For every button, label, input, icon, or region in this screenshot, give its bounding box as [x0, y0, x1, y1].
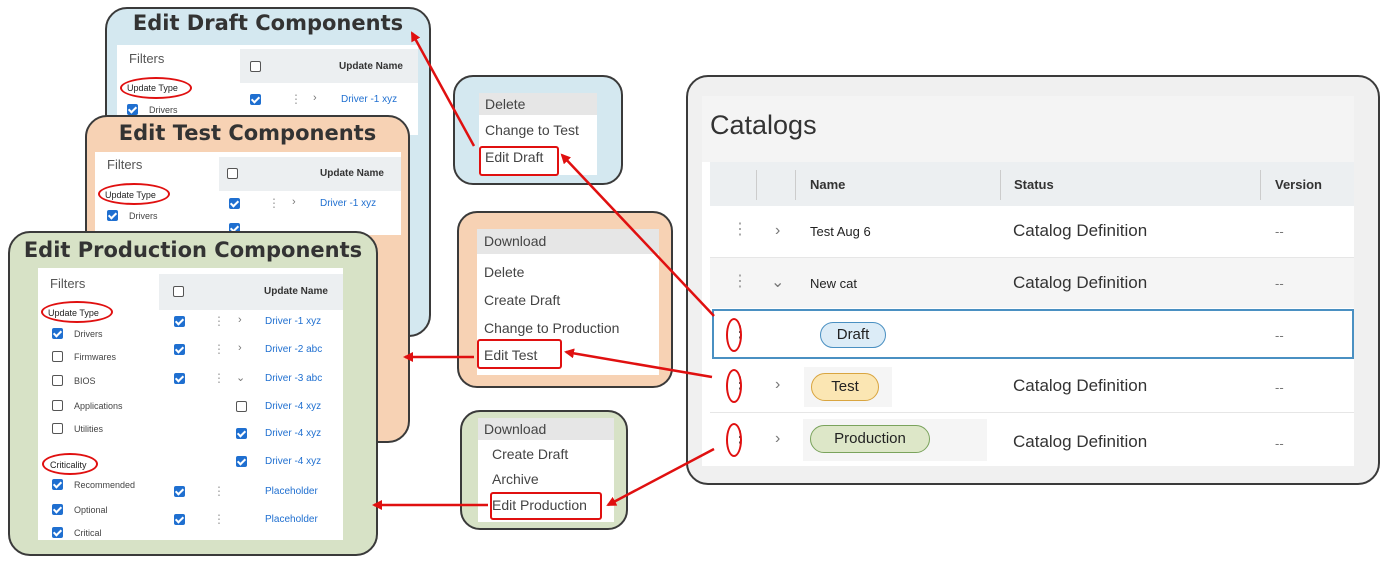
- arrow-test-kebab-to-menu: [564, 348, 713, 379]
- arrow-draft-kebab-to-menu: [560, 153, 715, 317]
- arrow-edit-draft-to-card: [410, 31, 476, 147]
- flow-arrows: [372, 31, 715, 510]
- arrow-prod-kebab-to-menu: [606, 447, 715, 507]
